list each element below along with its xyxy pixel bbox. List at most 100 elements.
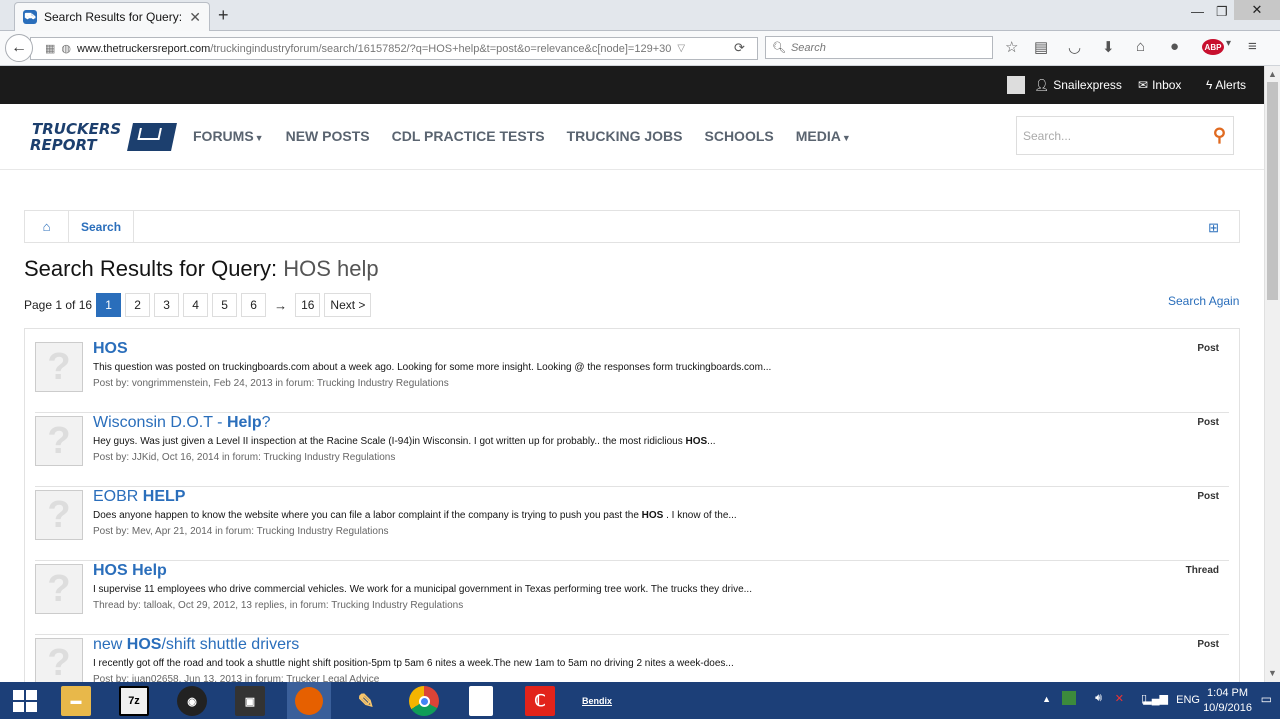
signal-icon[interactable]: ▂▄▆ xyxy=(1143,692,1168,705)
title-prefix: Search Results for Query: xyxy=(24,256,278,281)
pocket-icon[interactable]: ◡ xyxy=(1068,38,1081,56)
site-favicon-icon: ⛟ xyxy=(23,10,37,24)
adblock-icon[interactable]: ABP xyxy=(1202,39,1224,55)
page-scrollbar[interactable]: ▲ ▼ xyxy=(1264,66,1280,682)
avatar[interactable]: ? xyxy=(35,490,83,540)
avatar[interactable]: ? xyxy=(35,342,83,392)
sitemap-icon[interactable]: ⊞ xyxy=(1208,220,1219,236)
windows-start-button[interactable] xyxy=(13,690,37,712)
nav-schools[interactable]: SCHOOLS xyxy=(705,128,774,144)
bendix-app-icon[interactable]: Bendix xyxy=(582,686,612,716)
network-error-icon[interactable]: ✕ xyxy=(1115,692,1124,705)
avatar[interactable]: ? xyxy=(35,416,83,466)
user-avatar[interactable] xyxy=(1007,76,1025,94)
paint-app-icon[interactable]: ✎ xyxy=(351,686,381,716)
cummins-app-icon[interactable]: ℂ xyxy=(525,686,555,716)
page-link-3[interactable]: 3 xyxy=(154,293,180,317)
document-app-icon[interactable] xyxy=(469,686,493,716)
pagination: Page 1 of 16 1 2 3 4 5 6 → 16 Next > xyxy=(24,293,375,317)
7zip-icon[interactable]: 7z xyxy=(119,686,149,716)
result-type: Post xyxy=(1197,639,1219,650)
username-label: Snailexpress xyxy=(1053,78,1122,92)
chrome-icon[interactable] xyxy=(409,686,439,716)
page-label: Page 1 of 16 xyxy=(24,298,93,312)
result-title[interactable]: HOS Help xyxy=(93,562,167,580)
page-title: Search Results for Query: HOS help xyxy=(24,256,379,282)
browser-tab[interactable]: ⛟ Search Results for Query: ... ✕ xyxy=(14,2,210,31)
alerts-label: Alerts xyxy=(1215,78,1247,92)
site-header: TRUCKERS REPORT FORUMS▼ NEW POSTS CDL PR… xyxy=(0,104,1264,170)
result-title[interactable]: Wisconsin D.O.T - Help? xyxy=(93,414,271,432)
home-icon[interactable]: ⌂ xyxy=(1136,38,1145,55)
reading-list-icon[interactable]: ▤ xyxy=(1034,38,1048,56)
back-button[interactable]: ← xyxy=(5,34,33,62)
result-meta: Post by: vongrimmenstein, Feb 24, 2013 i… xyxy=(93,378,449,389)
media-app-icon[interactable]: ◉ xyxy=(177,686,207,716)
new-tab-button[interactable]: + xyxy=(218,5,229,26)
site-search-input[interactable]: Search... ⚲ xyxy=(1016,116,1234,155)
avatar[interactable]: ? xyxy=(35,638,83,683)
result-title[interactable]: HOS xyxy=(93,340,128,358)
search-again-link[interactable]: Search Again xyxy=(1168,294,1239,308)
minimize-window-button[interactable]: — xyxy=(1191,4,1204,19)
page-link-4[interactable]: 4 xyxy=(183,293,209,317)
nav-trucking-jobs[interactable]: TRUCKING JOBS xyxy=(567,128,683,144)
reload-icon[interactable]: ⟳ xyxy=(734,40,745,56)
language-indicator[interactable]: ENG xyxy=(1176,694,1200,706)
menu-hamburger-icon[interactable]: ≡ xyxy=(1248,38,1257,55)
system-clock[interactable]: 1:04 PM 10/9/2016 xyxy=(1203,686,1252,716)
close-tab-icon[interactable]: ✕ xyxy=(189,9,201,26)
page-info-icon[interactable]: ▦ xyxy=(45,42,55,55)
adblock-dropdown-icon[interactable]: ▾ xyxy=(1226,38,1231,49)
browser-search-input[interactable]: 🔍︎ Search xyxy=(765,36,993,59)
nav-forums[interactable]: FORUMS▼ xyxy=(193,128,264,144)
chat-icon[interactable]: ● xyxy=(1170,38,1179,55)
breadcrumb: ⌂ Search ⊞ xyxy=(24,210,1240,243)
file-explorer-icon[interactable]: ▬ xyxy=(61,686,91,716)
page-link-6[interactable]: 6 xyxy=(241,293,267,317)
next-page-button[interactable]: Next > xyxy=(324,293,372,317)
list-item: ? HOS This question was posted on trucki… xyxy=(35,339,1229,413)
nav-cdl-practice-tests[interactable]: CDL PRACTICE TESTS xyxy=(392,128,545,144)
inbox-link[interactable]: ✉ Inbox xyxy=(1138,78,1181,92)
close-window-button[interactable]: ✕ xyxy=(1234,0,1280,20)
user-account-link[interactable]: 👤︎ Snailexpress xyxy=(1034,78,1122,92)
terminal-app-icon[interactable]: ▣ xyxy=(235,686,265,716)
home-icon[interactable]: ⌂ xyxy=(25,211,69,242)
alerts-link[interactable]: ϟ Alerts xyxy=(1206,78,1246,92)
volume-icon[interactable]: 🔊︎ xyxy=(1095,692,1102,705)
bookmark-star-icon[interactable]: ☆ xyxy=(1005,38,1018,56)
page-link-1[interactable]: 1 xyxy=(96,293,122,317)
chevron-down-icon: ▼ xyxy=(841,133,851,143)
page-link-5[interactable]: 5 xyxy=(212,293,238,317)
scroll-up-icon[interactable]: ▲ xyxy=(1268,69,1277,79)
browser-search-placeholder: Search xyxy=(790,41,826,54)
firefox-taskbar-button[interactable] xyxy=(287,682,331,719)
scrollbar-thumb[interactable] xyxy=(1267,82,1278,300)
result-meta: Post by: JJKid, Oct 16, 2014 in forum: T… xyxy=(93,452,396,463)
windows-taskbar: ▬ 7z ◉ ▣ ✎ ℂ Bendix ▲ 🔊︎ ✕ ▯ ▂▄▆ ENG 1:0… xyxy=(0,682,1280,719)
nav-media[interactable]: MEDIA▼ xyxy=(796,128,851,144)
tray-expand-icon[interactable]: ▲ xyxy=(1042,694,1051,704)
tray-app-icon[interactable] xyxy=(1062,691,1076,705)
avatar[interactable]: ? xyxy=(35,564,83,614)
scroll-down-icon[interactable]: ▼ xyxy=(1268,668,1277,678)
user-icon: 👤︎ xyxy=(1034,78,1050,92)
restore-window-button[interactable]: ❐ xyxy=(1216,4,1228,20)
list-item: ? HOS Help I supervise 11 employees who … xyxy=(35,561,1229,635)
url-dropdown-icon[interactable]: ▽ xyxy=(677,43,685,54)
nav-new-posts[interactable]: NEW POSTS xyxy=(286,128,370,144)
breadcrumb-search[interactable]: Search xyxy=(69,211,135,242)
search-icon[interactable]: ⚲ xyxy=(1213,125,1226,146)
downloads-icon[interactable]: ⬇ xyxy=(1102,38,1115,56)
url-bar[interactable]: ▦ ◍ www.thetruckersreport.com /truckingi… xyxy=(30,37,758,60)
page-link-16[interactable]: 16 xyxy=(295,293,321,317)
url-host: www.thetruckersreport.com xyxy=(77,42,211,55)
truckers-report-logo[interactable]: TRUCKERS REPORT xyxy=(30,120,177,158)
search-icon: 🔍︎ xyxy=(772,42,786,54)
notifications-icon[interactable]: ▭ xyxy=(1261,692,1272,706)
result-title[interactable]: EOBR HELP xyxy=(93,488,185,506)
list-item: ? EOBR HELP Does anyone happen to know t… xyxy=(35,487,1229,561)
result-title[interactable]: new HOS/shift shuttle drivers xyxy=(93,636,299,654)
page-link-2[interactable]: 2 xyxy=(125,293,151,317)
